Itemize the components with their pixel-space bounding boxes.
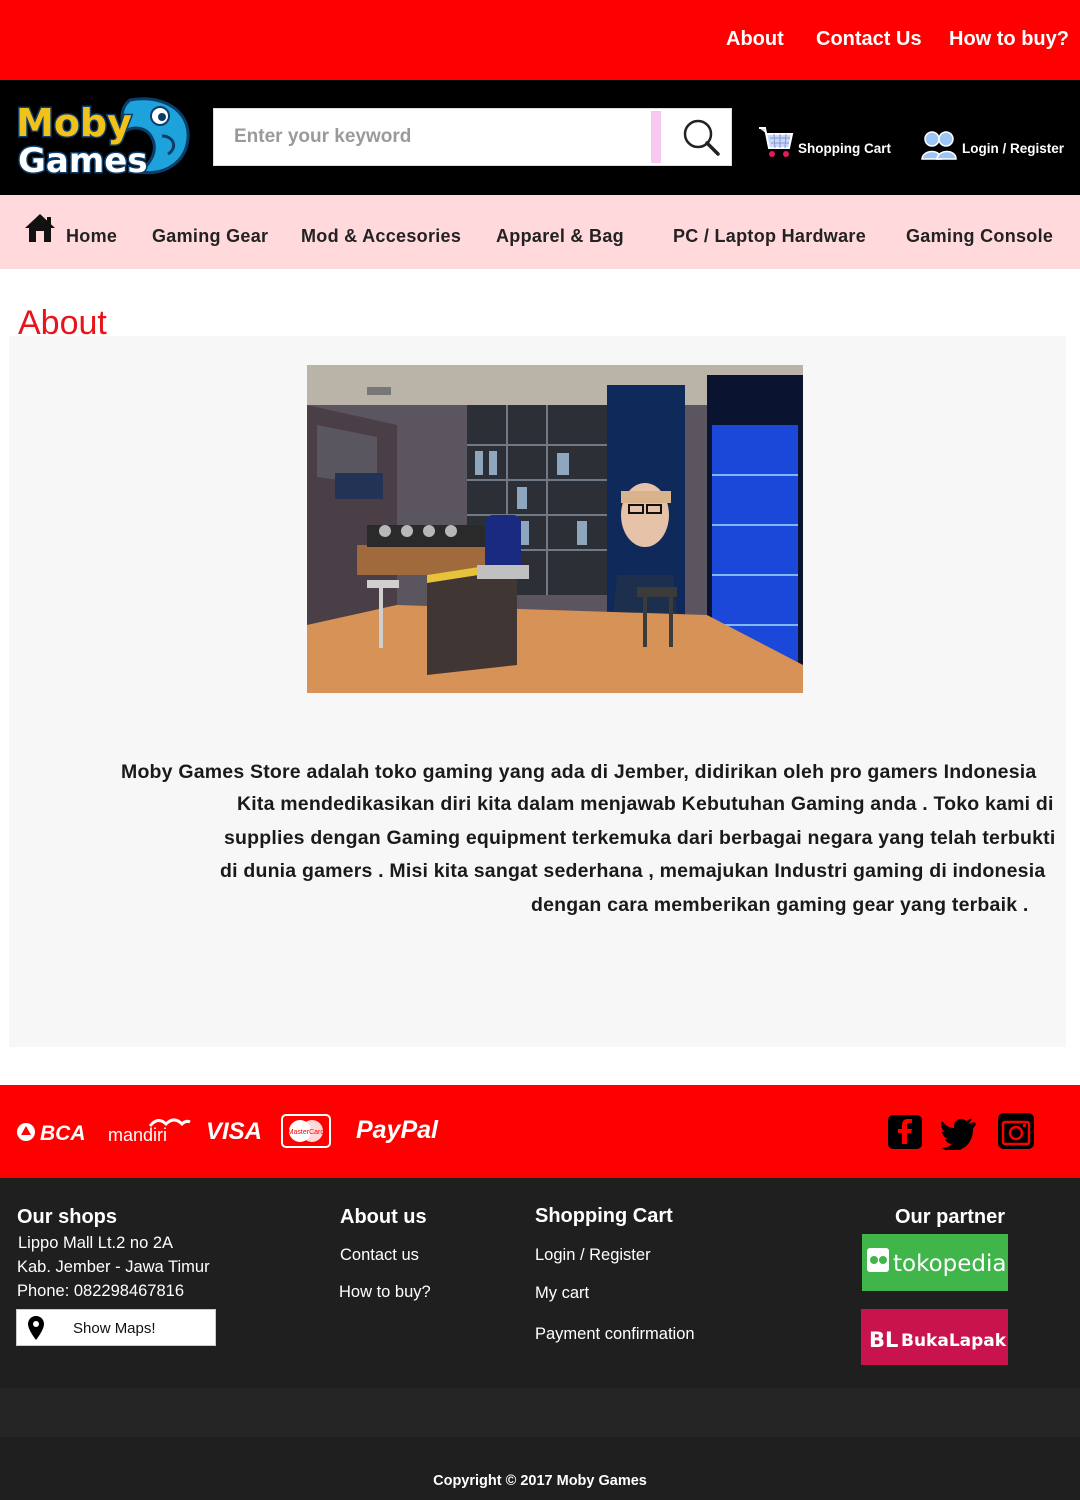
nav-gaming-console[interactable]: Gaming Console (906, 226, 1053, 247)
bukalapak-text: BukaLapak (901, 1331, 1007, 1351)
footer-band (0, 1388, 1080, 1437)
logo-text-games: Games (18, 141, 148, 181)
search-input[interactable] (214, 109, 650, 165)
mastercard-logo: MasterCard (281, 1114, 331, 1148)
store-photo (307, 365, 803, 693)
shop-address-line-1: Lippo Mall Lt.2 no 2A (18, 1234, 174, 1252)
footer-shops-title: Our shops (17, 1206, 118, 1228)
top-link-contact[interactable]: Contact Us (816, 28, 922, 51)
shop-phone: Phone: 082298467816 (17, 1282, 184, 1300)
bca-logo: BCA (17, 1122, 86, 1144)
footer-partner-title: Our partner (895, 1206, 1006, 1228)
users-icon[interactable] (921, 129, 957, 161)
nav-home[interactable]: Home (66, 226, 117, 247)
nav-gaming-gear[interactable]: Gaming Gear (152, 226, 268, 247)
footer-link-contact[interactable]: Contact us (340, 1246, 419, 1265)
search-icon (683, 119, 720, 156)
footer-link-login[interactable]: Login / Register (535, 1246, 651, 1265)
nav-mod-accesories[interactable]: Mod & Accesories (301, 226, 461, 247)
moby-games-logo[interactable]: Moby Games (12, 92, 192, 182)
mandiri-text: mandiri (108, 1125, 167, 1144)
about-text-line-3: supplies dengan Gaming equipment terkemu… (224, 827, 1056, 849)
copyright: Copyright © 2017 Moby Games (433, 1473, 647, 1489)
visa-logo: VISA (206, 1118, 263, 1145)
footer-link-payment[interactable]: Payment confirmation (535, 1325, 695, 1344)
about-text-line-2: Kita mendedikasikan diri kita dalam menj… (237, 793, 1054, 815)
search-bar (213, 108, 732, 166)
show-maps-button[interactable]: Show Maps! (16, 1309, 216, 1346)
bukalapak-bl-text: BL (869, 1328, 898, 1352)
tokopedia-logo[interactable]: tokopedia (862, 1234, 1008, 1291)
map-pin-icon (28, 1316, 44, 1340)
top-bar: About Contact Us How to buy? (0, 0, 1080, 80)
show-maps-label: Show Maps! (73, 1320, 156, 1337)
nav-pc-laptop-hardware[interactable]: PC / Laptop Hardware (673, 226, 866, 247)
home-icon[interactable] (23, 212, 57, 244)
footer-link-mycart[interactable]: My cart (535, 1284, 589, 1303)
instagram-icon[interactable] (997, 1112, 1035, 1150)
about-text-line-4: di dunia gamers . Misi kita sangat seder… (220, 860, 1046, 882)
header-cart-link[interactable]: Shopping Cart (798, 141, 891, 156)
bca-text: BCA (40, 1122, 86, 1144)
tokopedia-text: tokopedia (893, 1251, 1007, 1277)
mandiri-logo: mandiri (108, 1118, 191, 1144)
top-link-howto[interactable]: How to buy? (949, 28, 1069, 51)
search-button[interactable] (674, 115, 730, 161)
paypal-logo: PayPal (356, 1116, 439, 1144)
footer-cart-title: Shopping Cart (535, 1205, 673, 1227)
logo-text-moby: Moby (16, 101, 132, 145)
shopping-cart-icon[interactable] (757, 124, 795, 160)
mastercard-text: MasterCard (288, 1129, 325, 1136)
header-login-link[interactable]: Login / Register (962, 141, 1064, 156)
about-text-line-1: Moby Games Store adalah toko gaming yang… (121, 761, 1037, 783)
footer-bottom (0, 1437, 1080, 1500)
search-divider (651, 111, 661, 163)
twitter-icon[interactable] (940, 1116, 976, 1150)
facebook-icon[interactable] (887, 1114, 923, 1150)
shop-address-line-2: Kab. Jember - Jawa Timur (17, 1258, 210, 1276)
nav-apparel-bag[interactable]: Apparel & Bag (496, 226, 624, 247)
footer-about-title: About us (340, 1206, 427, 1228)
top-link-about[interactable]: About (726, 28, 784, 51)
bukalapak-logo[interactable]: BL BukaLapak (861, 1309, 1008, 1365)
footer-link-howto[interactable]: How to buy? (339, 1283, 431, 1302)
about-text-line-5: dengan cara memberikan gaming gear yang … (531, 894, 1029, 916)
